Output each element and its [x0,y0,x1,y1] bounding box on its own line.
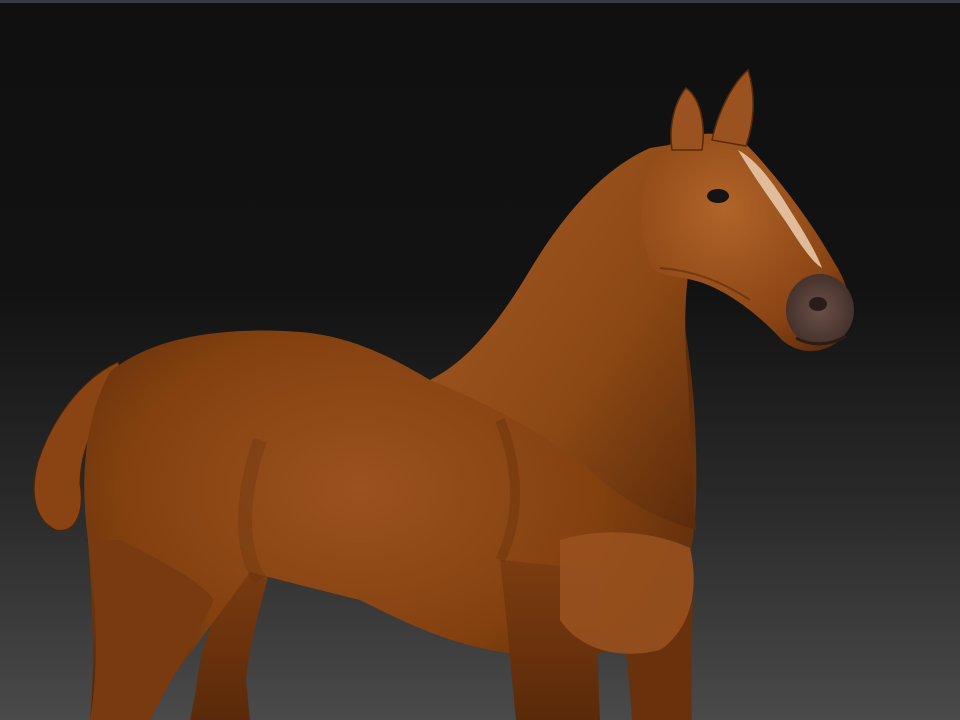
horse-chest [560,532,694,654]
horse-model[interactable] [0,0,960,720]
horse-eye [707,189,729,203]
horse-ear-right [711,68,754,147]
horse-nostril [809,297,827,311]
horse-ear-left [670,86,704,151]
3d-viewport[interactable] [0,0,960,720]
